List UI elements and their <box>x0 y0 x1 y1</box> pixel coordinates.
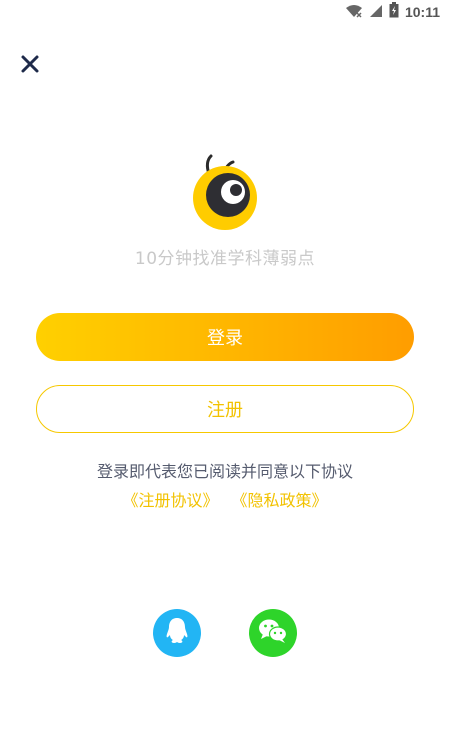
agreement-links: 《注册协议》 《隐私政策》 <box>0 487 450 511</box>
bee-logo-icon <box>187 152 263 232</box>
qq-icon <box>164 617 190 649</box>
wifi-icon <box>345 3 363 22</box>
status-time: 10:11 <box>404 4 440 20</box>
qq-login-button[interactable] <box>153 609 201 657</box>
register-agreement-link[interactable]: 《注册协议》 <box>122 491 218 510</box>
login-button[interactable]: 登录 <box>36 313 414 361</box>
register-button[interactable]: 注册 <box>36 385 414 433</box>
close-button[interactable] <box>14 50 46 82</box>
wechat-icon <box>258 618 288 648</box>
signal-icon <box>369 3 383 22</box>
agreement-text: 登录即代表您已阅读并同意以下协议 <box>96 462 353 481</box>
tagline: 10分钟找准学科薄弱点 <box>134 249 316 269</box>
status-icons: 10:11 <box>345 2 440 22</box>
battery-icon <box>389 2 399 22</box>
close-icon <box>20 54 40 78</box>
status-bar: 10:11 <box>0 0 450 24</box>
wechat-login-button[interactable] <box>249 609 297 657</box>
privacy-policy-link[interactable]: 《隐私政策》 <box>232 491 328 510</box>
